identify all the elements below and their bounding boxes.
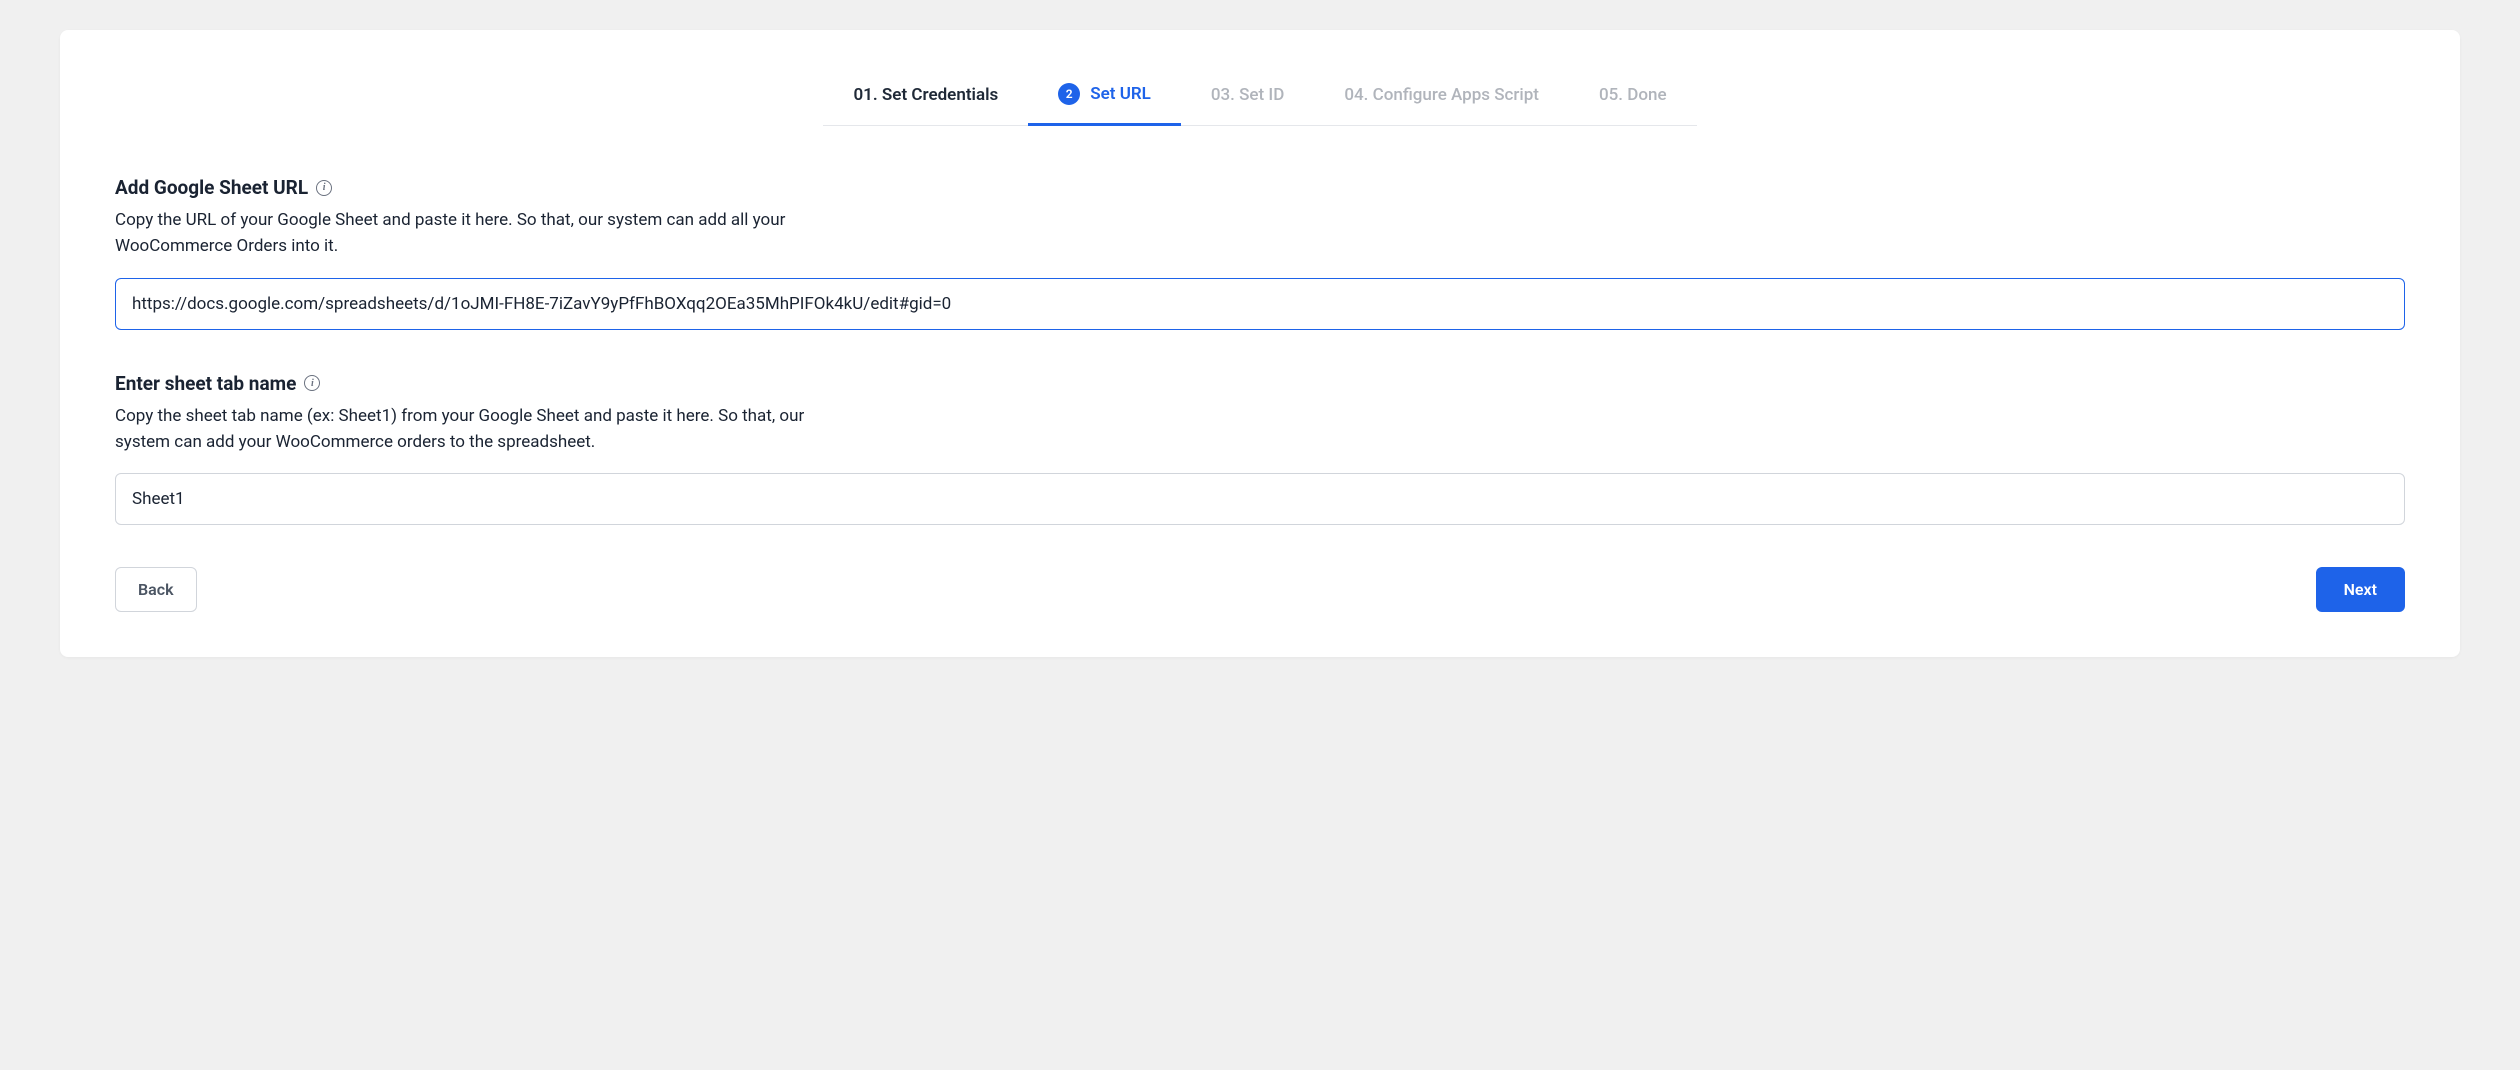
step-label: Set URL bbox=[1090, 84, 1151, 104]
sheet-tab-description: Copy the sheet tab name (ex: Sheet1) fro… bbox=[115, 403, 835, 456]
sheet-url-input[interactable] bbox=[115, 278, 2405, 330]
step-label: 01. Set Credentials bbox=[853, 85, 998, 105]
back-button[interactable]: Back bbox=[115, 567, 197, 612]
step-set-url[interactable]: 2 Set URL bbox=[1028, 75, 1181, 126]
stepper: 01. Set Credentials 2 Set URL 03. Set ID… bbox=[823, 75, 1696, 126]
sheet-url-description: Copy the URL of your Google Sheet and pa… bbox=[115, 207, 835, 260]
sheet-tab-input[interactable] bbox=[115, 473, 2405, 525]
sheet-tab-label: Enter sheet tab name bbox=[115, 372, 296, 395]
step-label: 05. Done bbox=[1599, 85, 1667, 105]
step-label: 04. Configure Apps Script bbox=[1344, 85, 1539, 105]
info-icon[interactable]: i bbox=[316, 180, 332, 196]
sheet-url-label: Add Google Sheet URL bbox=[115, 176, 308, 199]
step-configure-apps-script[interactable]: 04. Configure Apps Script bbox=[1314, 75, 1569, 125]
field-label-row: Add Google Sheet URL i bbox=[115, 176, 2405, 199]
section-sheet-tab: Enter sheet tab name i Copy the sheet ta… bbox=[115, 372, 2405, 526]
step-set-credentials[interactable]: 01. Set Credentials bbox=[823, 75, 1028, 125]
step-label: 03. Set ID bbox=[1211, 85, 1284, 105]
action-row: Back Next bbox=[115, 567, 2405, 612]
setup-card: 01. Set Credentials 2 Set URL 03. Set ID… bbox=[60, 30, 2460, 657]
step-number-badge: 2 bbox=[1058, 83, 1080, 105]
info-icon[interactable]: i bbox=[304, 375, 320, 391]
next-button[interactable]: Next bbox=[2316, 567, 2405, 612]
step-set-id[interactable]: 03. Set ID bbox=[1181, 75, 1314, 125]
step-done[interactable]: 05. Done bbox=[1569, 75, 1697, 125]
section-sheet-url: Add Google Sheet URL i Copy the URL of y… bbox=[115, 176, 2405, 330]
field-label-row: Enter sheet tab name i bbox=[115, 372, 2405, 395]
